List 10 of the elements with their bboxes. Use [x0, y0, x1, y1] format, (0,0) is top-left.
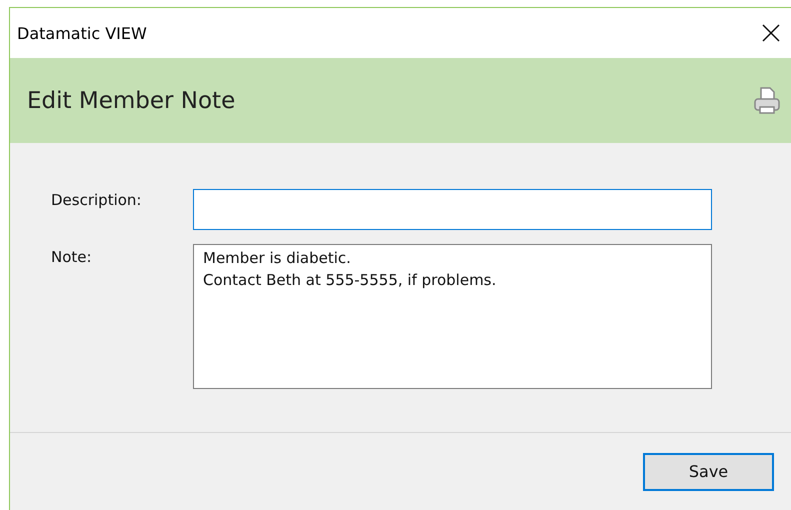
description-field[interactable]	[193, 189, 712, 230]
field-label: Description:	[51, 190, 142, 211]
print-button[interactable]	[753, 86, 781, 116]
printer-icon	[753, 86, 781, 116]
close-icon	[761, 23, 781, 43]
note-field[interactable]: Member is diabetic. Contact Beth at 555-5555, if problems.	[193, 244, 712, 389]
header-title: Edit Member Note	[27, 88, 236, 114]
field-label: Note:	[51, 247, 93, 268]
window-title: Datamatic VIEW	[17, 24, 147, 42]
save-button[interactable]: Save	[643, 452, 774, 490]
